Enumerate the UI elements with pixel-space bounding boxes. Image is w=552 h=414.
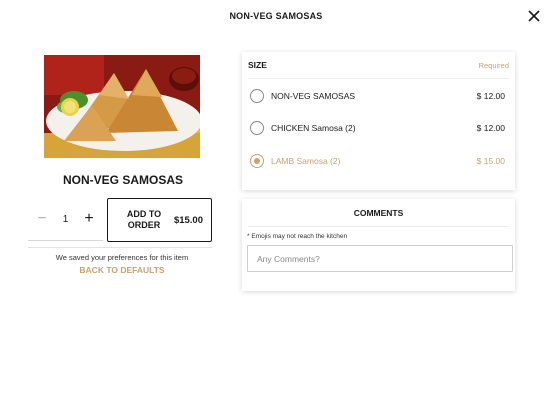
back-to-defaults-link[interactable]: BACK TO DEFAULTS [28,265,216,275]
option-price: $ 15.00 [476,156,505,166]
add-to-order-button[interactable]: ADD TO ORDER $15.00 [107,198,212,242]
size-option-non-veg-samosas[interactable]: NON-VEG SAMOSAS $ 12.00 [250,86,505,106]
size-option-chicken-samosa[interactable]: CHICKEN Samosa (2) $ 12.00 [250,118,505,138]
product-name: NON-VEG SAMOSAS [62,173,183,187]
comments-card: COMMENTS * Emojis may not reach the kitc… [242,199,515,291]
product-image [44,55,200,158]
size-card: SIZE Required NON-VEG SAMOSAS $ 12.00 CH… [242,52,515,190]
preferences-note: We saved your preferences for this item [55,253,189,262]
size-header: SIZE Required [248,52,509,79]
size-option-lamb-samosa[interactable]: LAMB Samosa (2) $ 15.00 [250,151,505,171]
quantity-stepper: − 1 + [28,198,103,241]
radio-button-selected[interactable] [250,154,264,168]
size-title: SIZE [248,60,267,70]
option-label: CHICKEN Samosa (2) [271,123,356,133]
option-price: $ 12.00 [476,91,505,101]
emoji-note: * Emojis may not reach the kitchen [247,233,348,240]
comments-title: COMMENTS [248,199,509,227]
radio-button[interactable] [250,121,264,135]
divider [28,247,212,248]
add-to-order-label: ADD TO ORDER [126,209,162,230]
close-icon [528,10,540,22]
modal-title: NON-VEG SAMOSAS [229,11,323,21]
add-to-order-price: $15.00 [173,214,203,226]
minus-icon[interactable]: − [35,210,49,228]
plus-icon[interactable]: + [82,210,96,228]
required-label: Required [478,60,509,70]
quantity-value: 1 [62,213,69,225]
food-photo [44,55,200,158]
option-price: $ 12.00 [476,123,505,133]
radio-button[interactable] [250,89,264,103]
comments-input[interactable] [247,245,513,272]
option-label: NON-VEG SAMOSAS [271,91,356,101]
close-button[interactable] [527,9,541,23]
option-label: LAMB Samosa (2) [271,156,341,166]
